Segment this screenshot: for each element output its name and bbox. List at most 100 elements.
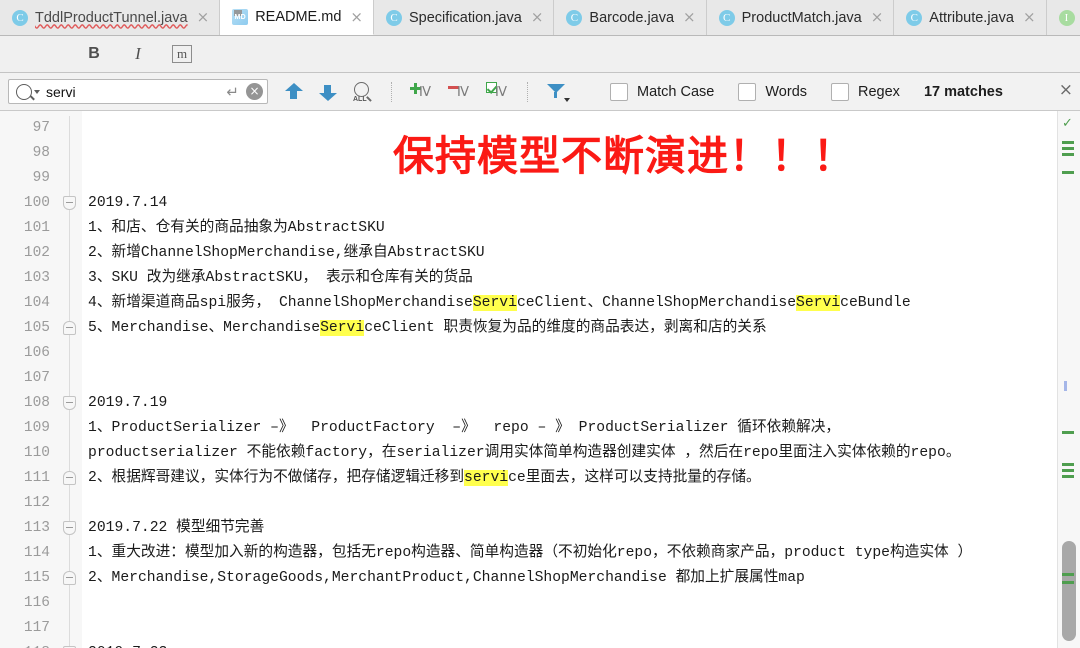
search-match-highlight: Servi <box>472 295 517 311</box>
editor-tab-label: ProductMatch.java <box>741 9 862 26</box>
code-line: 2019.7.23 <box>82 641 1057 648</box>
find-previous-icon[interactable] <box>284 81 304 103</box>
select-all-occurrences-icon[interactable]: Ⅳ <box>486 81 510 103</box>
java-class-icon: C <box>906 9 923 26</box>
close-tab-icon[interactable]: × <box>531 10 544 25</box>
code-text: ceBundle <box>840 295 911 311</box>
error-stripe-marker[interactable] <box>1062 463 1074 466</box>
editor-tab-overflow[interactable]: I <box>1046 0 1080 35</box>
code-line: productserializer 不能依赖factory，在serialize… <box>82 441 1057 466</box>
find-next-icon[interactable] <box>318 81 338 103</box>
fold-slot <box>58 616 82 641</box>
error-stripe-marker[interactable] <box>1062 431 1074 434</box>
fold-collapse-icon[interactable] <box>63 396 76 410</box>
close-tab-icon[interactable]: × <box>683 10 696 25</box>
fold-collapse-icon[interactable] <box>63 521 76 535</box>
find-option-label: Words <box>765 83 808 100</box>
java-class-icon: C <box>385 9 402 26</box>
fold-slot <box>58 466 82 491</box>
line-number: 116 <box>23 595 50 611</box>
fold-collapse-icon[interactable] <box>63 196 76 210</box>
checkbox[interactable] <box>738 82 757 101</box>
code-content[interactable]: 2019.7.14 1、和店、仓有关的商品抽象为AbstractSKU 2、新增Ch… <box>82 111 1057 648</box>
error-stripe-marker-bar[interactable]: ✓ <box>1057 111 1080 648</box>
search-match-highlight: servi <box>464 470 509 486</box>
checkbox[interactable] <box>610 82 628 101</box>
italic-button[interactable]: I <box>128 44 148 64</box>
fold-end-icon[interactable] <box>63 471 76 485</box>
toolbar-divider-2 <box>527 81 529 102</box>
line-number: 118 <box>0 641 58 648</box>
error-stripe-marker[interactable] <box>1062 171 1074 174</box>
code-text: ce里面去，这样可以支持批量的存储。 <box>508 470 761 486</box>
line-number: 101 <box>23 220 50 236</box>
search-input[interactable]: servi ↵ × <box>8 79 268 104</box>
close-find-icon[interactable]: × <box>1059 82 1073 99</box>
editor-tab-tddlproducttunnel-java[interactable]: C TddlProductTunnel.java × <box>0 0 221 35</box>
error-stripe-marker[interactable] <box>1062 475 1074 478</box>
editor-tab-label: README.md <box>255 9 342 25</box>
editor-tab-label: Barcode.java <box>589 9 675 26</box>
fold-slot <box>58 341 82 366</box>
close-tab-icon[interactable]: × <box>871 10 884 25</box>
close-tab-icon[interactable]: × <box>350 9 363 25</box>
markdown-format-toolbar: B I m <box>0 36 1080 73</box>
error-stripe-marker[interactable] <box>1062 573 1074 576</box>
fold-slot <box>58 241 82 266</box>
find-option-match-case[interactable]: Match Case <box>610 82 715 101</box>
code-text: 2019.7.19 <box>88 395 168 411</box>
inspection-status-icon: ✓ <box>1062 116 1073 131</box>
editor-tab-bar: C TddlProductTunnel.java × MD README.md × C Spe… <box>0 0 1080 36</box>
fold-slot <box>58 291 82 316</box>
fold-slot <box>58 141 82 166</box>
search-match-highlight: Servi <box>320 320 365 336</box>
checkbox[interactable] <box>831 82 850 101</box>
find-toolbar: servi ↵ × ALL Ⅳ Ⅳ Ⅳ Match Case Words Reg… <box>0 73 1080 111</box>
find-all-icon[interactable]: ALL <box>352 81 374 103</box>
error-stripe-marker[interactable] <box>1064 381 1067 391</box>
filter-icon[interactable] <box>546 81 570 103</box>
line-number-gutter: 97 98 99 100 101 102 103 104 105 106 107 108 109 110 1… <box>0 111 58 648</box>
error-stripe-marker[interactable] <box>1062 147 1074 150</box>
bold-button[interactable]: B <box>84 45 104 63</box>
code-line: 2、Merchandise,StorageGoods,MerchantProdu… <box>82 566 1057 591</box>
clear-search-icon[interactable]: × <box>246 83 263 100</box>
close-tab-icon[interactable]: × <box>1023 10 1036 25</box>
find-option-regex[interactable]: Regex <box>831 82 900 101</box>
find-option-label: Match Case <box>637 83 715 100</box>
error-stripe-marker[interactable] <box>1062 141 1074 144</box>
code-line: 4、新增渠道商品spi服务， ChannelShopMerchandiseSer… <box>82 291 1057 316</box>
close-tab-icon[interactable]: × <box>197 10 210 25</box>
line-number: 111 <box>23 470 50 486</box>
code-line: 1、ProductSerializer –》 ProductFactory –》… <box>82 416 1057 441</box>
vertical-scrollbar-thumb[interactable] <box>1062 541 1076 641</box>
remove-occurrence-icon[interactable]: Ⅳ <box>448 81 472 103</box>
error-stripe-marker[interactable] <box>1062 153 1074 156</box>
editor-tab-specification-java[interactable]: C Specification.java × <box>373 0 555 35</box>
java-interface-icon: I <box>1058 9 1075 26</box>
editor-tab-productmatch-java[interactable]: C ProductMatch.java × <box>706 0 895 35</box>
code-line: 1、重大改进：模型加入新的构造器，包括无repo构造器、简单构造器（不初始化re… <box>82 541 1057 566</box>
editor-tab-attribute-java[interactable]: C Attribute.java × <box>894 0 1047 35</box>
error-stripe-marker[interactable] <box>1062 469 1074 472</box>
editor-tab-barcode-java[interactable]: C Barcode.java × <box>554 0 707 35</box>
fold-end-icon[interactable] <box>63 571 76 585</box>
code-line: 2019.7.22 模型细节完善 <box>82 516 1057 541</box>
code-text: ceClient 职责恢复为品的维度的商品表达，剥离和店的关系 <box>364 320 767 336</box>
editor-tab-readme-md[interactable]: MD README.md × <box>220 0 374 35</box>
java-class-icon: C <box>718 9 735 26</box>
find-option-words[interactable]: Words <box>738 82 808 101</box>
enter-icon[interactable]: ↵ <box>226 83 239 101</box>
fold-slot <box>58 516 82 541</box>
chevron-down-icon[interactable] <box>34 89 40 94</box>
code-text: 5、Merchandise、Merchandise <box>88 320 321 336</box>
line-number: 115 <box>23 570 50 586</box>
code-button[interactable]: m <box>172 45 192 63</box>
markdown-icon-label: MD <box>234 14 246 21</box>
line-number: 98 <box>32 145 50 161</box>
editor-tab-label: Specification.java <box>408 9 522 26</box>
fold-end-icon[interactable] <box>63 321 76 335</box>
error-stripe-marker[interactable] <box>1062 581 1074 584</box>
add-occurrence-icon[interactable]: Ⅳ <box>410 81 434 103</box>
